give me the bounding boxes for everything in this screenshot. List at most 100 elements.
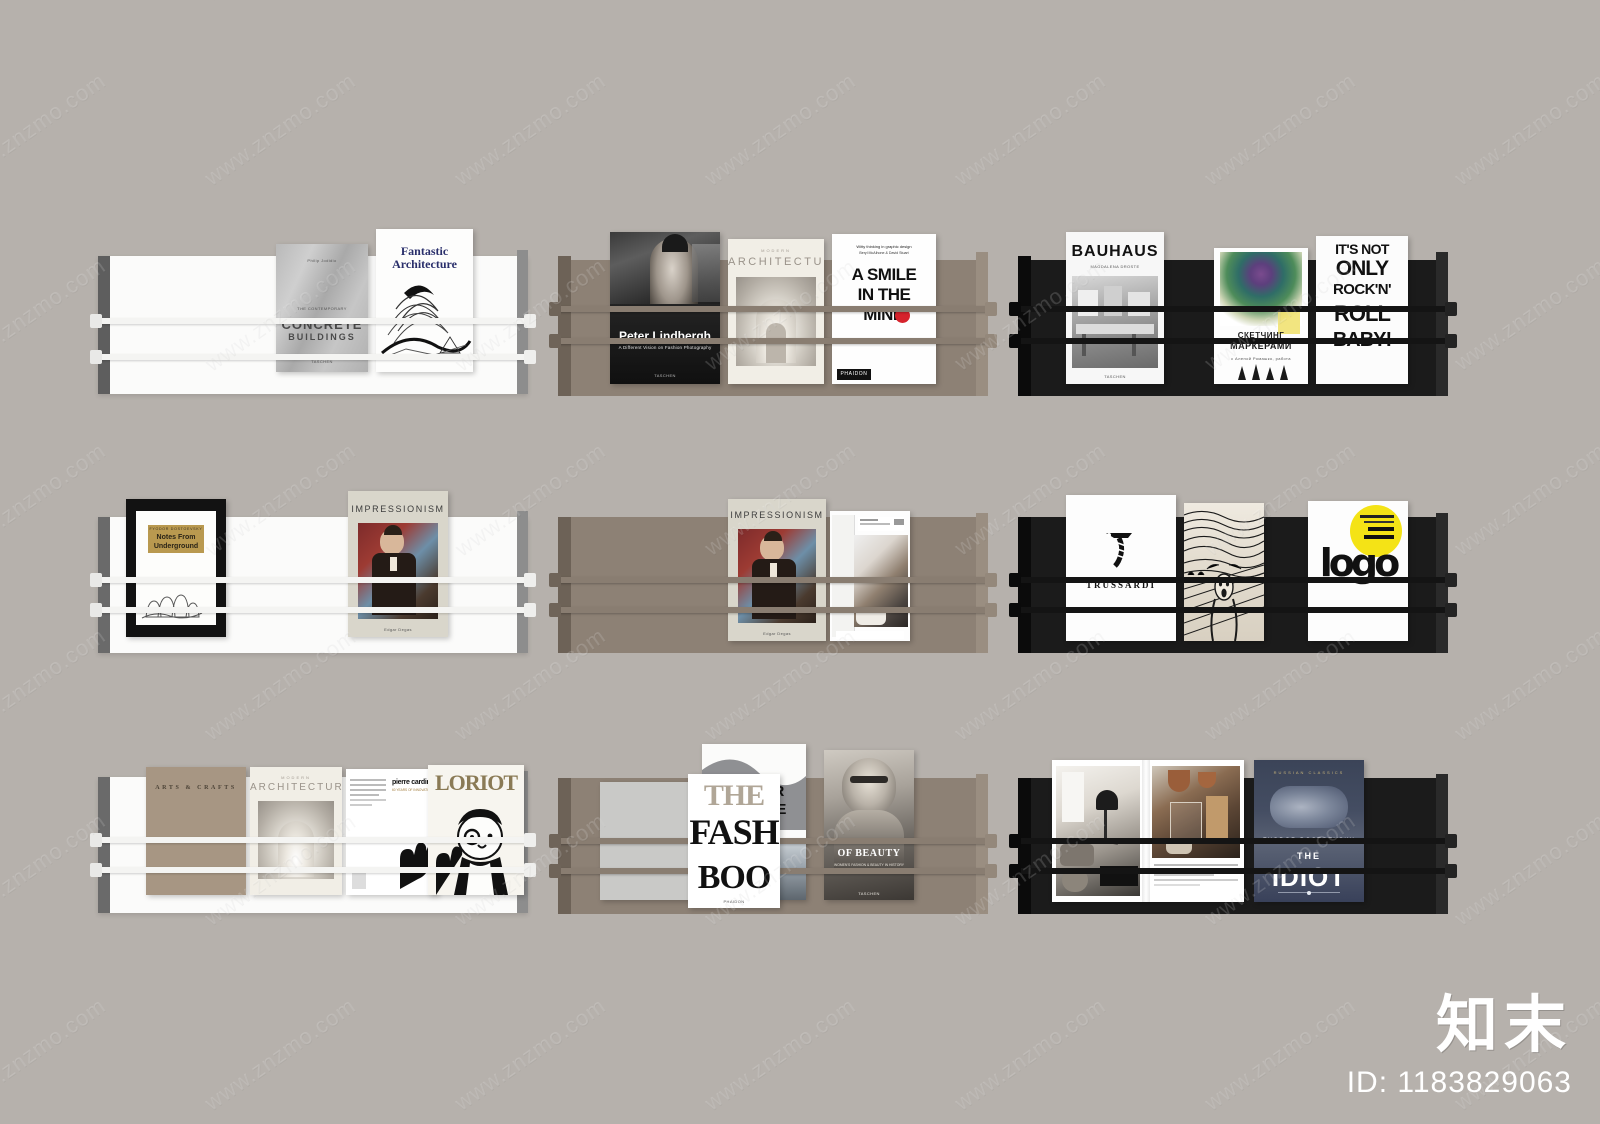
rail-bracket-right-upper — [985, 302, 997, 316]
book-title-line-3: BOO — [697, 859, 772, 896]
rail-bracket-right-lower — [985, 864, 997, 878]
brand-id-label: ID: 1183829063 — [1346, 1066, 1572, 1099]
shelf-unit-r2c3[interactable]: TRUSSARDI logo — [1009, 495, 1457, 653]
shelf-rail-lower — [92, 607, 534, 613]
book-author: Edgar Degas — [763, 631, 791, 636]
book-publisher: TASCHEN — [1104, 374, 1126, 379]
rail-bracket-right-upper — [524, 573, 536, 587]
book-title: LORIOT — [434, 770, 518, 795]
book-title-line-2: Underground — [153, 543, 199, 550]
book-title: ARTS & CRAFTS — [155, 785, 237, 791]
shelf-rail-upper — [92, 837, 534, 843]
book-title-line-2: IN THE — [857, 285, 911, 304]
book-title-line-2: BUILDINGS — [288, 332, 356, 342]
book-author: Edgar Degas — [384, 627, 412, 632]
books-group: RUSSIAN CLASSICS FYODOR DOSTOEVSKY THE I… — [1018, 752, 1448, 914]
shelf-rail-upper — [1012, 306, 1454, 312]
books-group: Philip Jodidio THE CONTEMPORARY CONCRETE… — [98, 229, 528, 394]
book-title: Fantastic Architecture — [392, 244, 457, 271]
book-concrete-buildings[interactable]: Philip Jodidio THE CONTEMPORARY CONCRETE… — [276, 244, 368, 372]
shelf-rail-lower — [1012, 868, 1454, 874]
rail-bracket-right-lower — [985, 603, 997, 617]
book-fantastic-architecture[interactable]: Fantastic Architecture — [376, 229, 473, 372]
book-the-mirror-of-beauty[interactable]: THE MIRROR OF BEAUTY WOMEN'S FASHION & B… — [824, 750, 914, 900]
book-publisher: PHAIDON — [837, 369, 871, 380]
shelf-unit-r2c2[interactable]: IMPRESSIONISM Edgar Degas — [549, 495, 997, 653]
scream-illustration — [1184, 510, 1264, 641]
shelf-rail-upper — [552, 577, 994, 583]
rail-bracket-right-upper — [524, 833, 536, 847]
book-title-line-2: ONLY — [1335, 257, 1389, 280]
brand-block: 知末 ID: 1183829063 — [1347, 994, 1572, 1100]
shelf-unit-r1c1[interactable]: Philip Jodidio THE CONTEMPORARY CONCRETE… — [90, 229, 536, 394]
book-open-interior-spread[interactable] — [1052, 760, 1244, 902]
brand-logo-text: 知末 — [1435, 988, 1572, 1061]
rail-bracket-right-upper — [1445, 834, 1457, 848]
book-title: ARCHITECTURE — [728, 256, 824, 268]
book-title-line-1: THE — [1297, 851, 1321, 861]
book-title-line-2: FASH — [689, 812, 779, 852]
book-title-line-2: OF BEAUTY — [837, 848, 901, 859]
book-markery-russian[interactable]: СКЕТЧИНГ МАРКЕРАМИ с Аленой Ромашко, раб… — [1214, 248, 1308, 384]
rail-bracket-left-lower — [1009, 864, 1021, 878]
book-the-scream[interactable] — [1184, 503, 1264, 641]
rail-bracket-left-upper — [90, 314, 102, 328]
book-pierre-cardin[interactable]: pierre cardin 60 YEARS OF INNOVATION — [346, 769, 438, 895]
shelf-rail-lower — [92, 867, 534, 873]
book-trussardi[interactable]: TRUSSARDI — [1066, 495, 1176, 641]
book-the-fashion-book[interactable]: THE FASH BOO PHAIDON — [688, 774, 780, 908]
books-group: PHAIDON SPECIAL EDITION WALTER FINANCE — [558, 744, 988, 914]
shelf-rail-lower — [92, 354, 534, 360]
book-arts-and-crafts[interactable]: ARTS & CRAFTS — [146, 767, 246, 895]
book-publisher: PHAIDON — [723, 899, 745, 904]
book-author: MAGDALENA DROSTE — [1090, 264, 1140, 269]
shelf-rail-lower — [552, 338, 994, 344]
shelf-unit-r3c3[interactable]: RUSSIAN CLASSICS FYODOR DOSTOEVSKY THE I… — [1009, 752, 1457, 914]
shelf-unit-r1c2[interactable]: Peter Lindbergh A Different Vision on Fa… — [549, 228, 997, 396]
book-author: FYODOR DOSTOEVSKY — [149, 527, 203, 531]
rail-bracket-right-lower — [1445, 334, 1457, 348]
book-kicker: RUSSIAN CLASSICS — [1273, 770, 1345, 775]
book-impressionism[interactable]: IMPRESSIONISM Edgar Degas — [728, 499, 826, 641]
rail-bracket-left-lower — [1009, 603, 1021, 617]
shelf-unit-r1c3[interactable]: BAUHAUS MAGDALENA DROSTE TASCHEN СКЕТЧИН… — [1009, 228, 1457, 396]
rail-bracket-left-upper — [90, 833, 102, 847]
book-kicker: A Different Vision on Fashion Photograph… — [618, 345, 712, 350]
rail-bracket-right-upper — [524, 314, 536, 328]
markers-illustration — [1238, 364, 1288, 380]
rail-bracket-left-lower — [90, 350, 102, 364]
shelf-unit-r3c1[interactable]: ARTS & CRAFTS MODERN ARCHITECTURE — [90, 755, 536, 913]
book-open-interior-magazine[interactable] — [830, 511, 910, 641]
rail-bracket-right-lower — [524, 350, 536, 364]
shelf-rail-lower — [1012, 338, 1454, 344]
shelf-rail-lower — [552, 607, 994, 613]
books-group: ARTS & CRAFTS MODERN ARCHITECTURE — [98, 755, 528, 913]
rail-bracket-right-lower — [524, 603, 536, 617]
shelf-unit-r3c2[interactable]: PHAIDON SPECIAL EDITION WALTER FINANCE — [549, 744, 997, 914]
book-architecture[interactable]: MODERN ARCHITECTURE — [250, 767, 342, 895]
book-kicker: MODERN — [761, 248, 791, 253]
book-loriot[interactable]: LORIOT — [428, 765, 524, 895]
books-group: TRUSSARDI logo — [1018, 495, 1448, 653]
book-the-idiot[interactable]: RUSSIAN CLASSICS FYODOR DOSTOEVSKY THE I… — [1254, 760, 1364, 902]
book-title: IMPRESSIONISM — [351, 504, 445, 514]
cartoon-face-illustration — [436, 809, 508, 895]
book-logo[interactable]: logo — [1308, 501, 1408, 641]
book-title-line-1: A SMILE — [851, 265, 917, 284]
rail-bracket-right-lower — [1445, 603, 1457, 617]
book-author: Beryl McAlhone & David Stuart — [859, 251, 909, 255]
rail-bracket-right-upper — [1445, 573, 1457, 587]
shelf-unit-r2c1[interactable]: FYODOR DOSTOEVSKY Notes From Underground… — [90, 491, 536, 653]
rail-bracket-right-lower — [985, 334, 997, 348]
rail-bracket-left-upper — [549, 302, 561, 316]
book-notes-from-underground[interactable]: FYODOR DOSTOEVSKY Notes From Underground — [126, 499, 226, 637]
book-impressionism[interactable]: IMPRESSIONISM Edgar Degas — [348, 491, 448, 637]
rail-bracket-right-lower — [1445, 864, 1457, 878]
shelf-rail-upper — [92, 318, 534, 324]
book-author: Philip Jodidio — [307, 258, 337, 263]
rail-bracket-right-upper — [985, 573, 997, 587]
rail-bracket-left-lower — [549, 334, 561, 348]
rail-bracket-left-upper — [1009, 302, 1021, 316]
book-title: ARCHITECTURE — [250, 782, 342, 793]
shelf-rail-upper — [1012, 577, 1454, 583]
